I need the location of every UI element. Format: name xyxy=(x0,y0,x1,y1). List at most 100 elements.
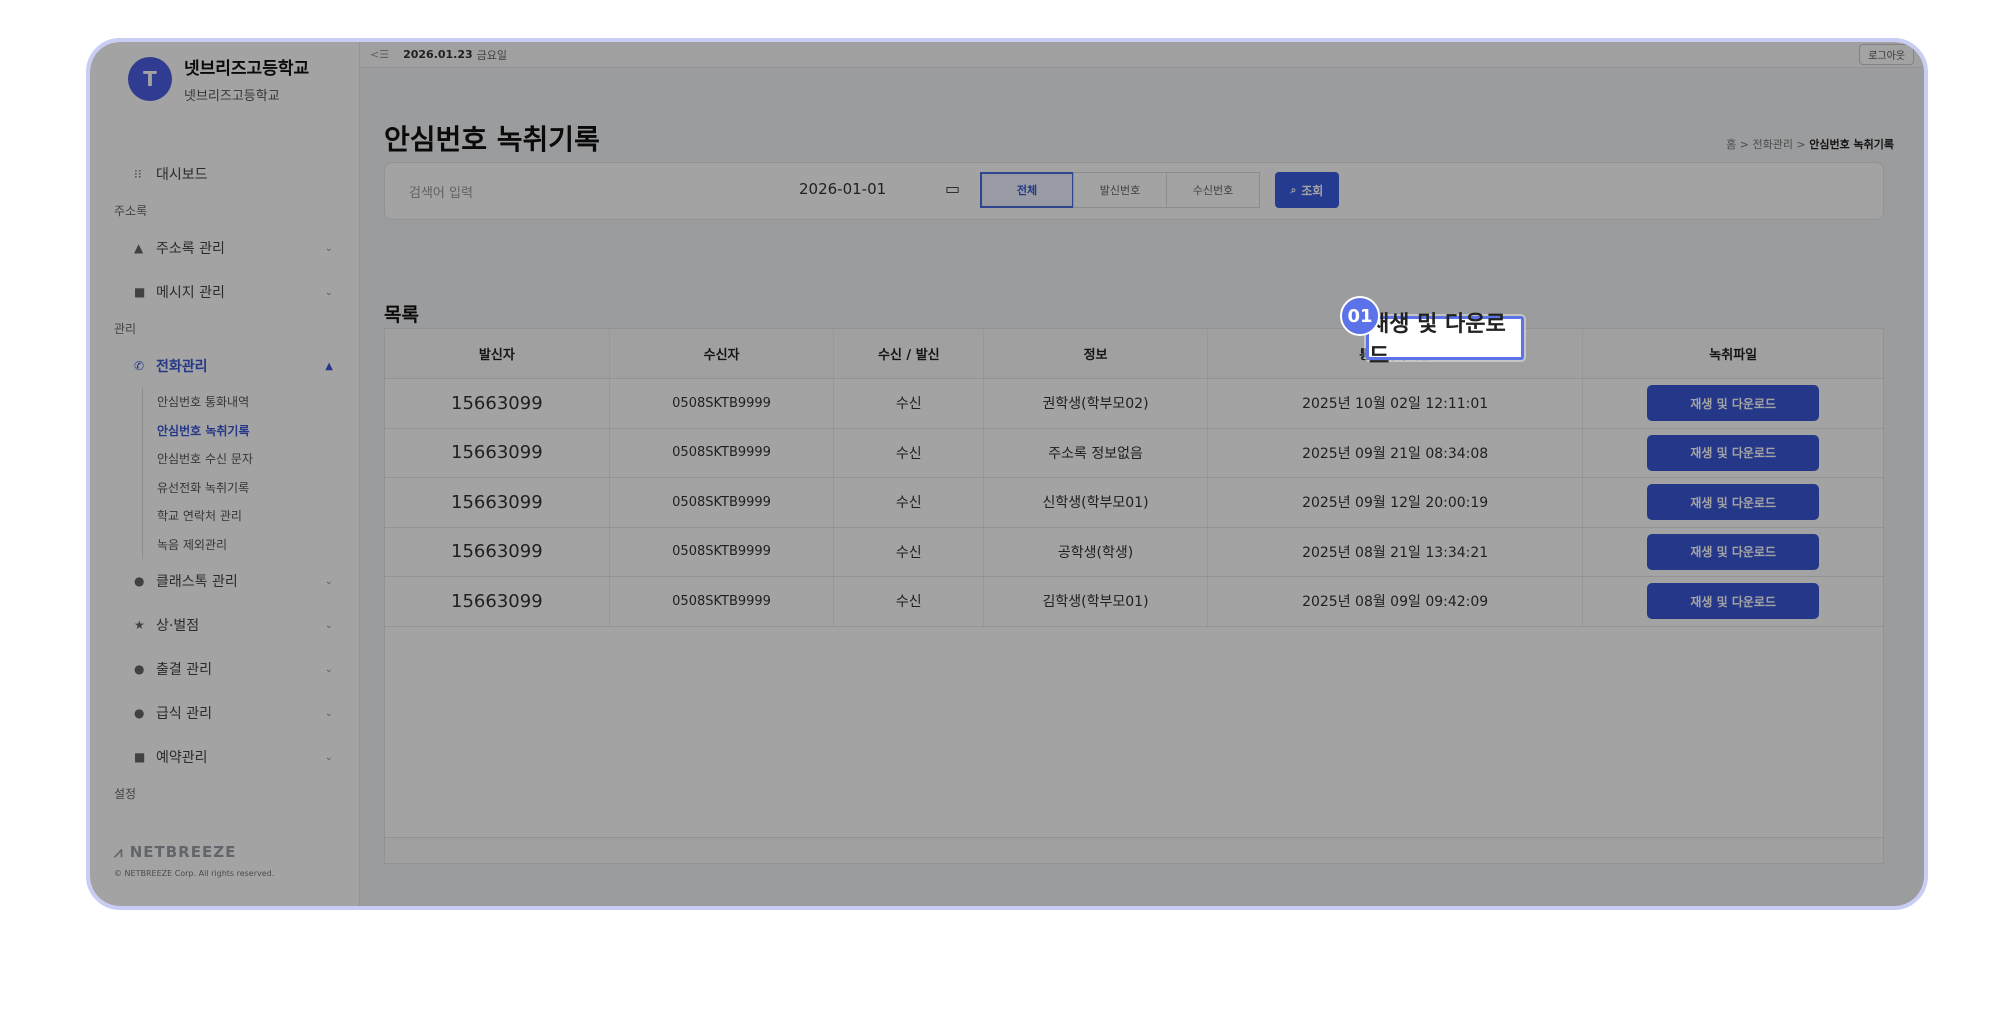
calendar-icon[interactable]: ▭ xyxy=(945,179,960,198)
date-input[interactable]: 2026-01-01 xyxy=(799,180,886,198)
school-subname: 넷브리즈고등학교 xyxy=(184,89,280,104)
top-bar: <☰ 2026.01.23 금요일 로그아웃 xyxy=(360,42,1924,68)
cell-receiver: 0508SKTB9999 xyxy=(610,577,835,626)
chevron-down-icon: ⌄ xyxy=(324,575,333,587)
breadcrumb: 홈 > 전화관리 > 안심번호 녹취기록 xyxy=(1726,138,1894,151)
cell-info: 주소록 정보없음 xyxy=(984,428,1208,477)
play-download-button[interactable]: 재생 및 다운로드 xyxy=(1647,385,1820,422)
cell-sender: 15663099 xyxy=(385,379,610,428)
cell-start-time: 2025년 08월 09일 09:42:09 xyxy=(1208,577,1584,626)
highlighted-play-download-button[interactable]: 재생 및 다운로드 xyxy=(1366,312,1524,369)
cell-file: 재생 및 다운로드 xyxy=(1583,429,1883,478)
sidebar-item-dashboard[interactable]: ⁝⁝ 대시보드 xyxy=(90,152,359,196)
chevron-down-icon: ⌄ xyxy=(324,242,333,254)
submenu-item-sms[interactable]: 안심번호 수신 문자 xyxy=(157,445,359,474)
sidebar-item-label: 출결 관리 xyxy=(156,662,212,678)
chevron-down-icon: ⌄ xyxy=(324,663,333,675)
play-download-button[interactable]: 재생 및 다운로드 xyxy=(1647,484,1820,521)
filter-bar: 검색어 입력 2026-01-01 ▭ 전체 발신번호 수신번호 ⌕ 조회 xyxy=(384,162,1884,220)
sidebar-item-reservation[interactable]: ■ 예약관리 ⌄ xyxy=(90,735,359,779)
message-icon: ■ xyxy=(134,285,146,299)
copyright: © NETBREEZE Corp. All rights reserved. xyxy=(114,869,275,878)
cell-file: 재생 및 다운로드 xyxy=(1583,528,1883,577)
cell-sender: 15663099 xyxy=(385,527,610,576)
column-header-recording-file: 녹취파일 xyxy=(1709,348,1758,363)
section-label-manage: 관리 xyxy=(114,322,137,336)
chevron-up-icon: ▲ xyxy=(325,360,333,372)
chevron-down-icon: ⌄ xyxy=(324,619,333,631)
main-content: 안심번호 녹취기록 홈 > 전화관리 > 안심번호 녹취기록 검색어 입력 20… xyxy=(360,68,1924,906)
cell-sender: 15663099 xyxy=(385,478,610,527)
sidebar-item-reward[interactable]: ★ 상·벌점 ⌄ xyxy=(90,603,359,647)
avatar: T xyxy=(128,57,172,101)
cell-direction: 수신 xyxy=(834,379,985,428)
column-header-info: 정보 xyxy=(984,329,1208,378)
sidebar-item-attendance[interactable]: ● 출결 관리 ⌄ xyxy=(90,647,359,691)
cell-sender: 15663099 xyxy=(385,577,610,626)
column-header-receiver: 수신자 xyxy=(610,329,835,378)
submenu-item-landline-recordings[interactable]: 유선전화 녹취기록 xyxy=(157,474,359,503)
sidebar-item-call[interactable]: ✆ 전화관리 ▲ xyxy=(90,344,359,388)
column-header-sender: 발신자 xyxy=(385,329,610,378)
table-row: 15663099 0508SKTB9999 수신 권학생(학부모02) 2025… xyxy=(385,379,1883,429)
sidebar-item-messages[interactable]: ■ 메시지 관리 ⌄ xyxy=(90,270,359,314)
toggle-sender-number[interactable]: 발신번호 xyxy=(1073,172,1167,208)
call-submenu: 안심번호 통화내역 안심번호 녹취기록 안심번호 수신 문자 유선전화 녹취기록… xyxy=(142,388,359,559)
table-row: 15663099 0508SKTB9999 수신 공학생(학생) 2025년 0… xyxy=(385,527,1883,577)
submenu-item-school-contacts[interactable]: 학교 연락처 관리 xyxy=(157,502,359,531)
sidebar-item-label: 주소록 관리 xyxy=(156,241,225,257)
table-header: 발신자 수신자 수신 / 발신 정보 통화시작시간 녹취파일 xyxy=(385,329,1883,379)
sidebar-item-meal[interactable]: ● 급식 관리 ⌄ xyxy=(90,691,359,735)
sidebar-item-label: 클래스톡 관리 xyxy=(156,574,238,590)
page-title: 안심번호 녹취기록 xyxy=(384,123,600,156)
person-icon: ▲ xyxy=(134,241,144,255)
sidebar-item-label: 급식 관리 xyxy=(156,706,212,722)
sidebar-item-label: 메시지 관리 xyxy=(156,285,225,301)
school-name: 넷브리즈고등학교 xyxy=(184,59,310,79)
callout-badge: 01 xyxy=(1340,296,1380,336)
school-header: T 넷브리즈고등학교 넷브리즈고등학교 xyxy=(128,54,309,104)
chevron-down-icon: ⌄ xyxy=(324,751,333,763)
breadcrumb-call-manage[interactable]: 전화관리 xyxy=(1753,138,1793,151)
sidebar-item-label: 예약관리 xyxy=(156,750,208,766)
sidebar-item-addressbook[interactable]: ▲ 주소록 관리 ⌄ xyxy=(90,226,359,270)
circle-icon: ● xyxy=(134,574,145,588)
cell-receiver: 0508SKTB9999 xyxy=(610,478,835,527)
cell-info: 김학생(학부모01) xyxy=(984,577,1208,626)
breadcrumb-home[interactable]: 홈 xyxy=(1726,138,1736,151)
sidebar: T 넷브리즈고등학교 넷브리즈고등학교 ⁝⁝ 대시보드 주소록 ▲ 주소록 관리… xyxy=(90,42,360,906)
sidebar-menu: ⁝⁝ 대시보드 주소록 ▲ 주소록 관리 ⌄ ■ 메시지 관리 ⌄ 관리 ✆ 전… xyxy=(90,152,359,809)
toggle-all[interactable]: 전체 xyxy=(980,172,1074,208)
play-download-button[interactable]: 재생 및 다운로드 xyxy=(1647,434,1820,471)
recordings-table: 발신자 수신자 수신 / 발신 정보 통화시작시간 녹취파일 15663099 … xyxy=(384,328,1884,864)
table-row: 15663099 0508SKTB9999 수신 주소록 정보없음 2025년 … xyxy=(385,428,1883,478)
play-download-button[interactable]: 재생 및 다운로드 xyxy=(1647,583,1820,620)
cell-direction: 수신 xyxy=(834,577,985,626)
number-type-toggle: 전체 발신번호 수신번호 xyxy=(980,172,1260,208)
cell-start-time: 2025년 09월 12일 20:00:19 xyxy=(1208,478,1584,527)
query-button[interactable]: ⌕ 조회 xyxy=(1275,172,1339,208)
search-input[interactable]: 검색어 입력 xyxy=(409,182,473,201)
sidebar-item-classbook[interactable]: ● 클래스톡 관리 ⌄ xyxy=(90,559,359,603)
column-header-direction: 수신 / 발신 xyxy=(834,329,985,378)
current-date: 2026.01.23 xyxy=(403,48,473,61)
sidebar-item-label: 상·벌점 xyxy=(156,618,200,634)
cell-start-time: 2025년 08월 21일 13:34:21 xyxy=(1208,527,1584,576)
submenu-item-record-exclusion[interactable]: 녹음 제외관리 xyxy=(157,531,359,560)
cell-start-time: 2025년 09월 21일 08:34:08 xyxy=(1208,428,1584,477)
section-label-addressbook: 주소록 xyxy=(114,204,148,218)
toggle-receiver-number[interactable]: 수신번호 xyxy=(1166,172,1260,208)
collapse-menu-icon[interactable]: <☰ xyxy=(370,48,389,61)
cell-direction: 수신 xyxy=(834,478,985,527)
star-icon: ★ xyxy=(134,618,145,632)
play-download-button[interactable]: 재생 및 다운로드 xyxy=(1647,533,1820,570)
submenu-item-call-history[interactable]: 안심번호 통화내역 xyxy=(157,388,359,417)
sidebar-item-label: 전화관리 xyxy=(156,359,208,375)
cell-direction: 수신 xyxy=(834,527,985,576)
sidebar-item-label: 대시보드 xyxy=(156,167,208,183)
submenu-item-recordings[interactable]: 안심번호 녹취기록 xyxy=(157,417,359,446)
logout-button[interactable]: 로그아웃 xyxy=(1859,44,1914,65)
cell-file: 재생 및 다운로드 xyxy=(1583,577,1883,626)
query-button-label: 조회 xyxy=(1301,183,1324,198)
section-label-settings: 설정 xyxy=(114,787,137,801)
